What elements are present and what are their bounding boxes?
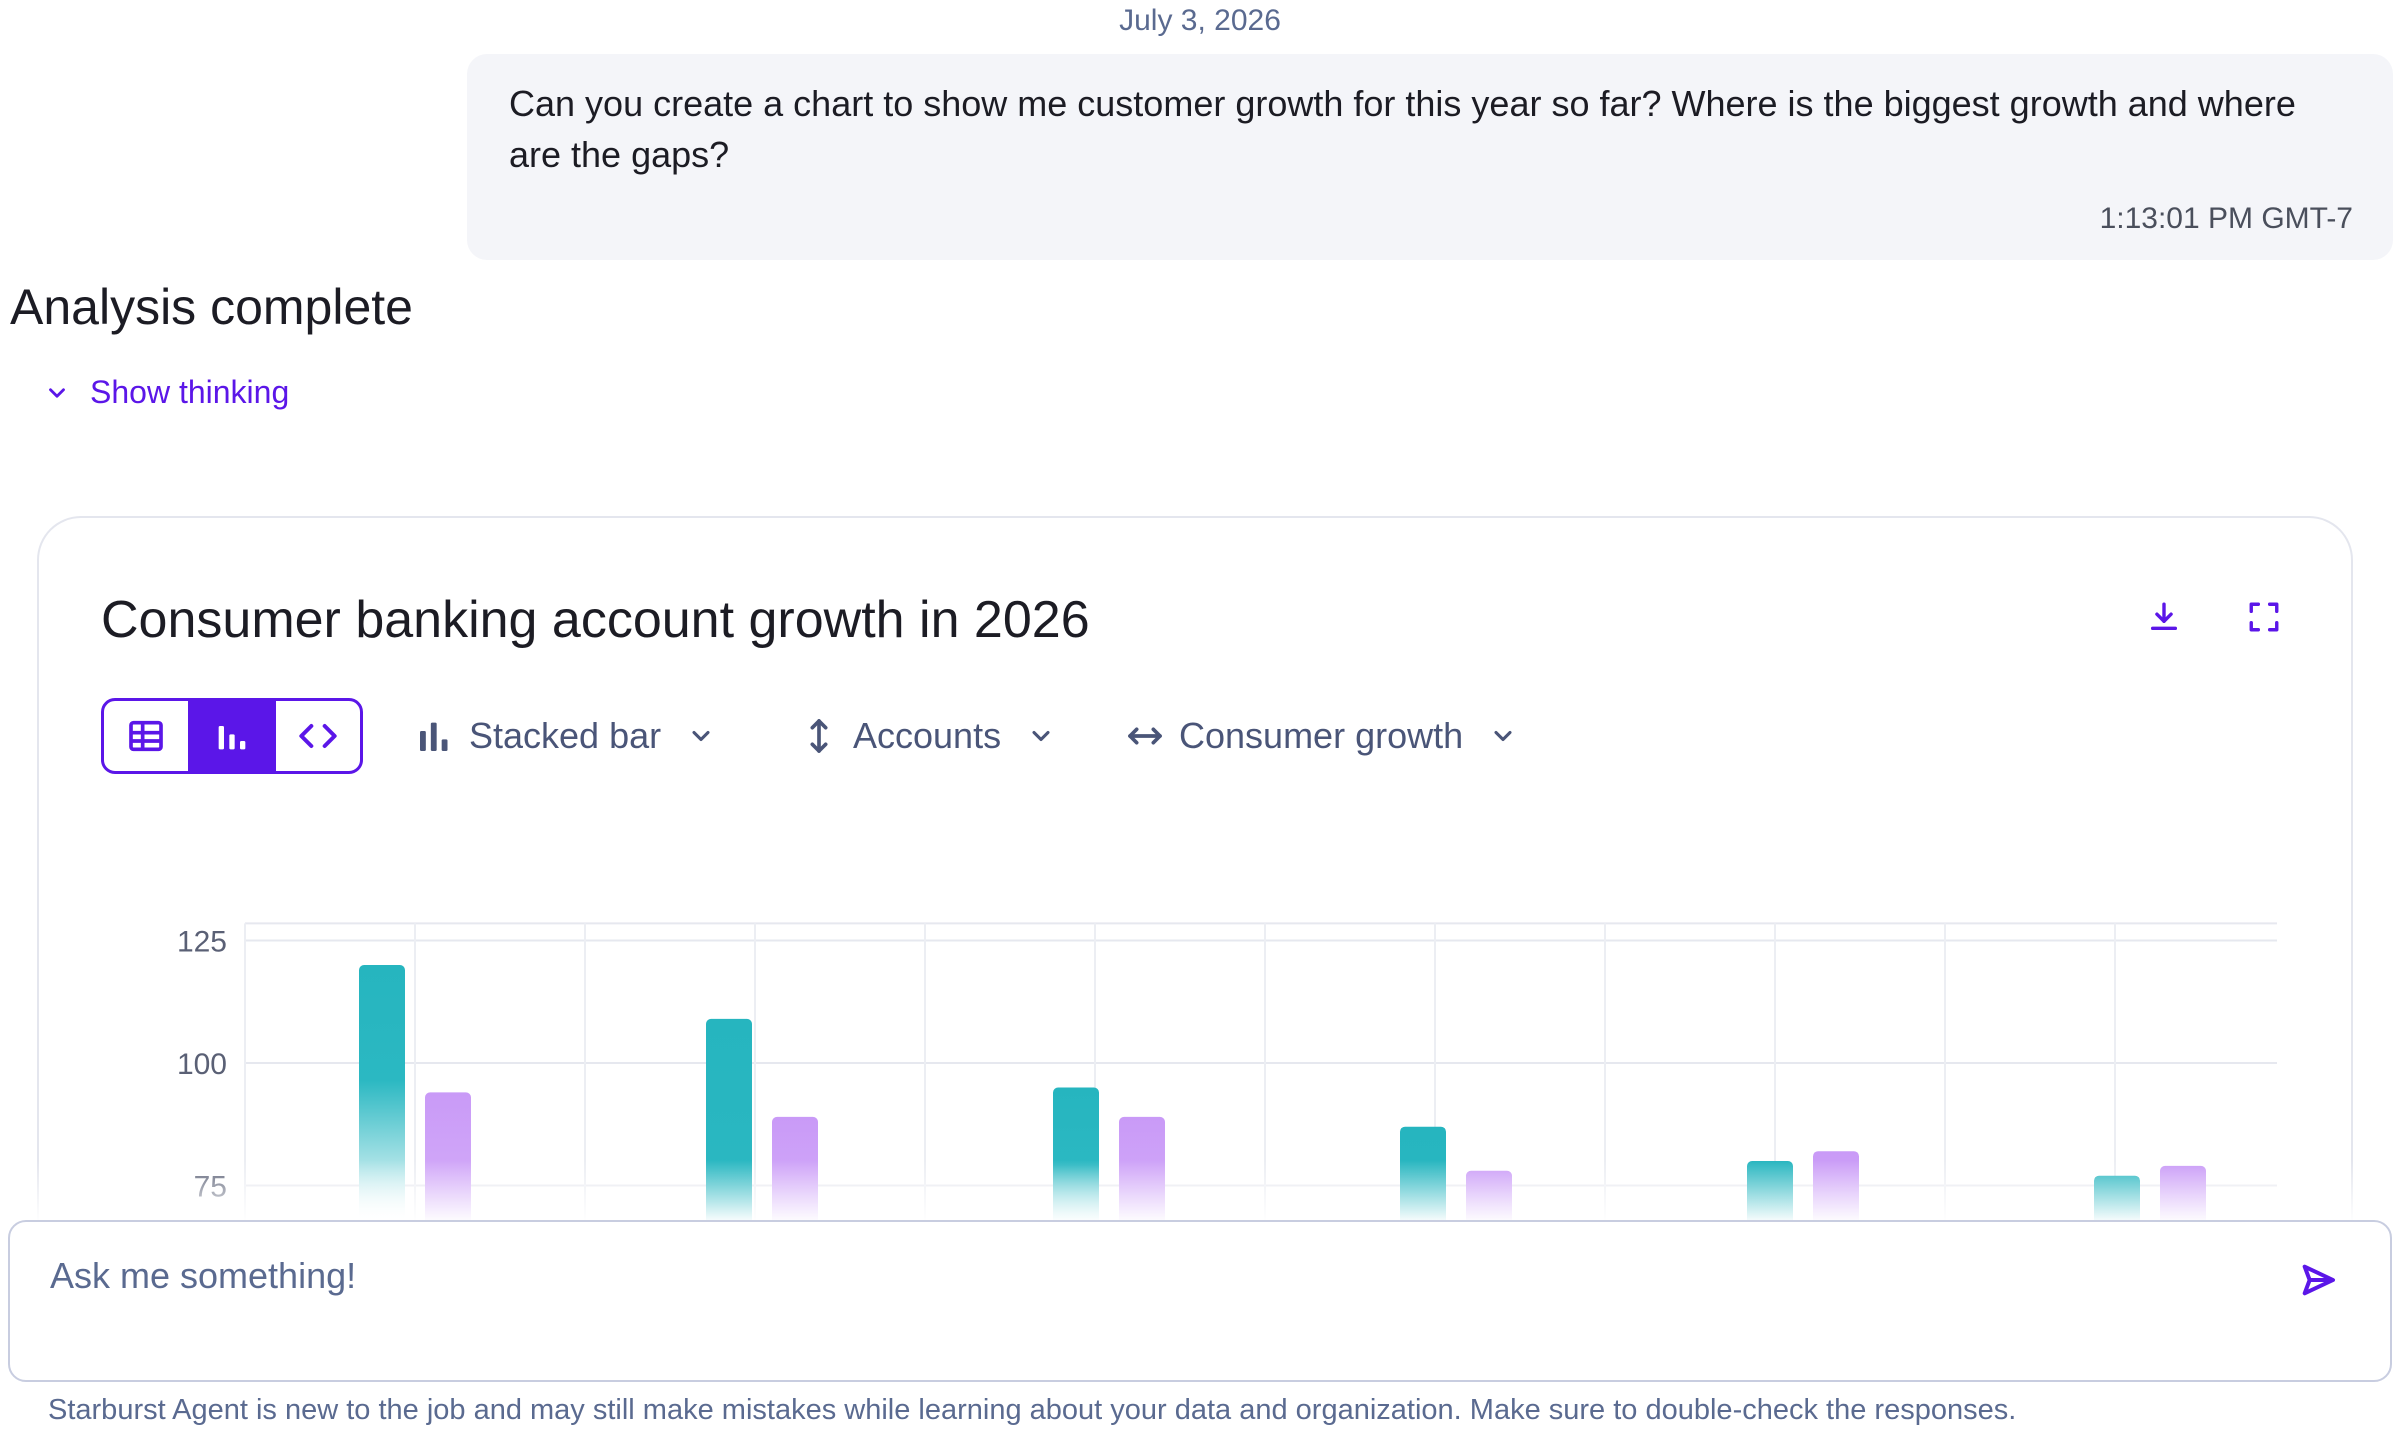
bar-chart-icon [218,726,246,750]
horizontal-arrows-icon [1128,727,1162,745]
scroll-fade [0,1160,2400,1220]
download-icon [2150,602,2178,631]
analysis-status: Analysis complete [10,279,413,335]
table-icon [129,720,163,752]
chevron-down-icon [1032,730,1050,742]
code-icon [299,724,337,748]
send-icon[interactable] [2298,1260,2338,1300]
fullscreen-icon [2249,602,2279,632]
chevron-down-icon [1494,730,1512,742]
chat-composer [8,1220,2392,1382]
chart-actions [2145,598,2283,636]
chat-input[interactable] [50,1252,2250,1300]
vertical-arrows-icon [810,719,828,753]
show-thinking-toggle[interactable]: Show thinking [44,374,289,411]
disclaimer-text: Starburst Agent is new to the job and ma… [48,1394,2017,1426]
bar-chart-icon [420,722,448,751]
user-message-time: 1:13:01 PM GMT-7 [2099,202,2353,235]
fullscreen-button[interactable] [2245,598,2283,636]
y-field-label: Accounts [853,715,1002,756]
user-message-text: Can you create a chart to show me custom… [509,83,2296,175]
chevron-down-icon [49,387,65,398]
y-field-dropdown[interactable]: Accounts [799,698,1055,774]
download-button[interactable] [2145,598,2183,636]
chart-type-label: Stacked bar [469,715,662,756]
view-toggle [101,698,363,774]
table-view-button[interactable] [104,701,188,771]
x-field-dropdown[interactable]: Consumer growth [1125,698,1517,774]
chart-title: Consumer banking account growth in 2026 [101,591,1090,649]
code-view-button[interactable] [274,701,360,771]
x-field-label: Consumer growth [1179,715,1464,756]
y-tick-label: 125 [177,926,227,959]
conversation-date: July 3, 2026 [1119,4,1281,37]
y-tick-label: 100 [177,1048,227,1081]
show-thinking-label: Show thinking [90,374,290,410]
chevron-down-icon [692,730,710,742]
chart-type-dropdown[interactable]: Stacked bar [415,698,715,774]
user-message-bubble: Can you create a chart to show me custom… [467,54,2393,260]
chart-view-button[interactable] [188,701,274,771]
